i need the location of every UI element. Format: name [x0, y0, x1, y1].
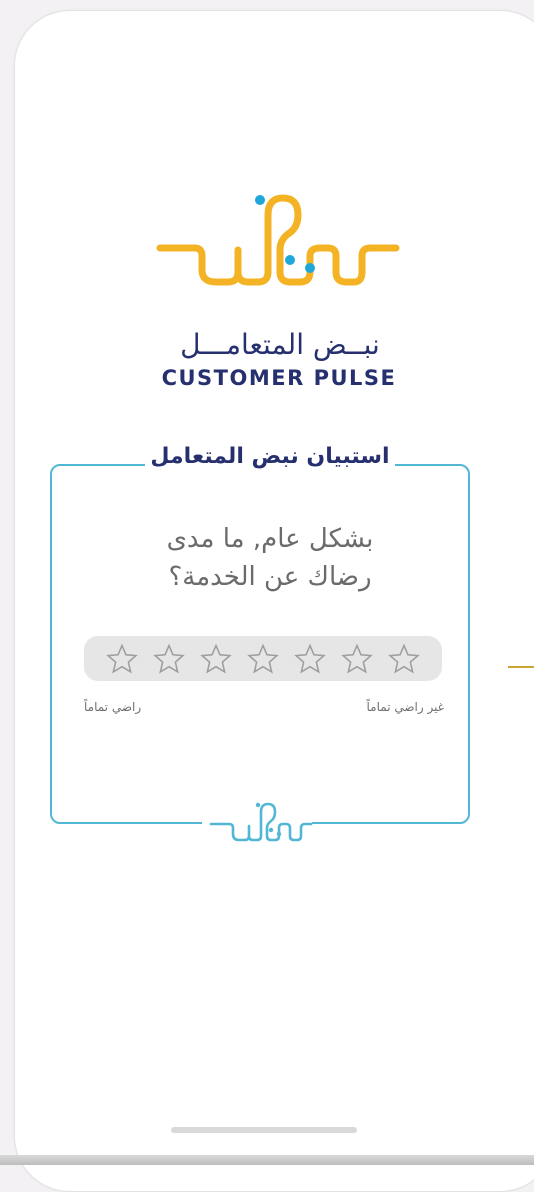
question-line-1: بشكل عام, ما مدى [166, 524, 374, 554]
star-rating-bar [84, 636, 442, 681]
star-icon-4[interactable] [246, 642, 280, 676]
star-icon-3[interactable] [199, 642, 233, 676]
star-icon-1[interactable] [105, 642, 139, 676]
star-icon-6[interactable] [340, 642, 374, 676]
brand-name-arabic: نبــض المتعامـــل [180, 328, 380, 361]
star-icon-2[interactable] [152, 642, 186, 676]
home-indicator[interactable] [171, 1127, 357, 1133]
star-icon-5[interactable] [293, 642, 327, 676]
survey-question: بشكل عام, ما مدى رضاك عن الخدمة؟ [80, 520, 460, 596]
question-line-2: رضاك عن الخدمة؟ [168, 562, 372, 592]
customer-pulse-small-logo-icon [209, 802, 313, 842]
bottom-shadow [0, 1155, 534, 1165]
survey-title: استبيان نبض المتعامل [145, 440, 395, 474]
star-icon-7[interactable] [387, 642, 421, 676]
label-fully-satisfied: راضي تماماً [84, 700, 142, 714]
side-accent-line [508, 666, 534, 668]
customer-pulse-logo-icon [156, 194, 400, 286]
brand-name-english: CUSTOMER PULSE [161, 366, 397, 390]
label-not-satisfied: غير راضي تماماً [366, 700, 444, 714]
